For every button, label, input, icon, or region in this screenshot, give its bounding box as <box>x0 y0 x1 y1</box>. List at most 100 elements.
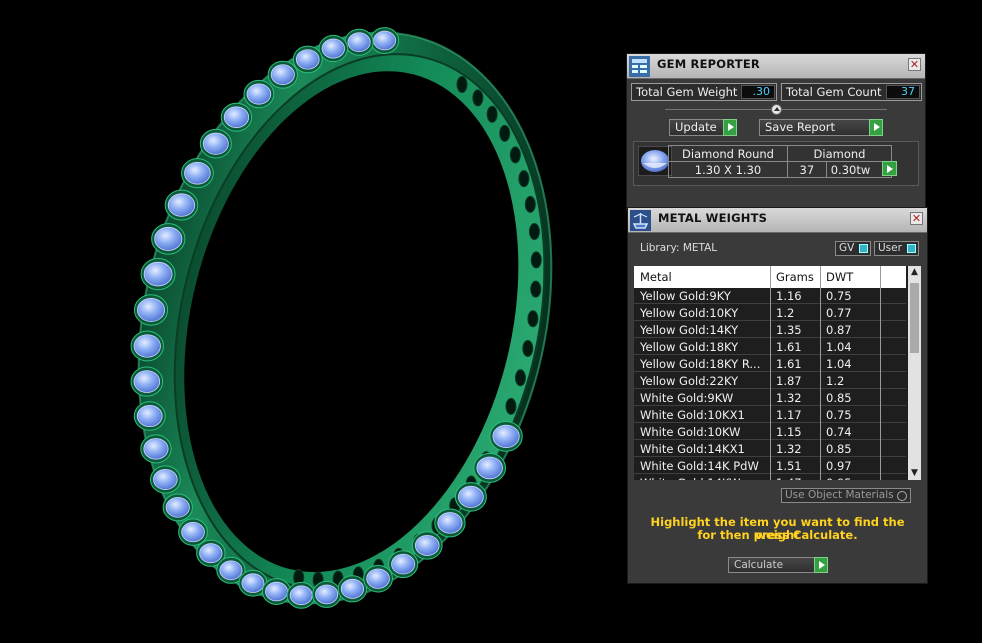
total-gem-count-field: Total Gem Count 37 <box>781 83 922 101</box>
gallery-hole <box>518 170 530 188</box>
total-gem-weight-value[interactable]: .30 <box>741 85 775 99</box>
gem-row-header[interactable]: Diamond Round Diamond <box>668 145 892 162</box>
user-toggle[interactable]: User <box>874 241 919 256</box>
grams-cell: 1.2 <box>776 306 795 320</box>
diamond-gem <box>265 581 288 602</box>
column-header-dwt[interactable]: DWT <box>826 270 853 284</box>
calculate-label: Calculate <box>734 559 784 571</box>
diamond-gem <box>391 553 416 575</box>
close-icon[interactable]: ✕ <box>908 58 921 71</box>
diamond-gem <box>184 161 211 185</box>
column-header-metal[interactable]: Metal <box>640 270 672 284</box>
gallery-hole <box>530 251 542 269</box>
diamond-gem <box>340 578 365 599</box>
metal-weights-titlebar[interactable]: METAL WEIGHTS ✕ <box>628 208 927 233</box>
grams-cell: 1.61 <box>776 340 802 354</box>
grams-cell: 1.32 <box>776 391 802 405</box>
diamond-gem <box>133 334 161 358</box>
diamond-round-icon[interactable] <box>638 146 672 176</box>
library-label: Library: METAL <box>640 242 718 254</box>
save-report-button[interactable]: Save Report <box>759 119 883 136</box>
metal-table: Metal Grams DWT Yellow Gold:9KY 1.16 0.75 Y… <box>634 266 908 480</box>
diamond-gem <box>315 584 339 605</box>
grams-cell: 1.47 <box>776 476 818 480</box>
grams-cell: 1.17 <box>776 408 802 422</box>
column-header-grams[interactable]: Grams <box>776 270 814 284</box>
diamond-gem <box>347 32 371 53</box>
total-gem-weight-field: Total Gem Weight .30 <box>631 83 777 101</box>
total-gem-count-value[interactable]: 37 <box>886 85 920 99</box>
dwt-cell: 0.77 <box>826 306 852 320</box>
gv-toggle[interactable]: GV <box>835 241 871 256</box>
gem-list-area: Diamond Round Diamond 1.30 X 1.30 37 0.3… <box>633 141 919 186</box>
metal-weights-icon <box>630 210 651 231</box>
gem-slider-handle[interactable] <box>771 104 782 115</box>
3d-viewport[interactable] <box>0 0 620 639</box>
diamond-gem <box>270 64 295 85</box>
use-object-materials-checkbox[interactable] <box>897 491 907 501</box>
gem-type: Diamond <box>787 145 892 162</box>
diamond-gem <box>199 543 223 564</box>
ring-model <box>130 27 553 609</box>
gallery-hole <box>524 195 536 213</box>
gallery-hole <box>522 339 534 357</box>
gem-reporter-panel: GEM REPORTER ✕ Total Gem Weight .30 Tota… <box>626 53 926 211</box>
diamond-gem <box>143 438 169 460</box>
gallery-hole <box>527 310 539 328</box>
gem-detail-button[interactable] <box>882 161 897 176</box>
gv-label: GV <box>839 242 855 254</box>
diamond-gem <box>246 83 272 105</box>
total-gem-weight-label: Total Gem Weight <box>636 85 738 99</box>
dwt-cell: 0.95 <box>826 476 878 480</box>
dwt-cell: 1.04 <box>826 357 852 371</box>
metal-name-cell: White Gold:10KW <box>640 425 741 439</box>
diamond-gem <box>241 573 265 593</box>
total-gem-count-label: Total Gem Count <box>786 85 882 99</box>
gallery-hole <box>456 76 468 94</box>
metal-name-cell: White Gold:14KW <box>640 476 768 480</box>
gallery-hole <box>499 124 511 142</box>
scroll-down-icon[interactable]: ▼ <box>908 467 921 480</box>
metal-name-cell: Yellow Gold:9KY <box>640 289 731 303</box>
diamond-gem <box>154 226 183 251</box>
metal-name-cell: White Gold:14K PdW <box>640 459 759 473</box>
metal-name-cell: Yellow Gold:10KY <box>640 306 739 320</box>
diamond-gem <box>167 193 196 217</box>
gallery-hole <box>530 280 542 298</box>
dwt-cell: 0.75 <box>826 289 852 303</box>
metal-weights-title: METAL WEIGHTS <box>658 211 768 225</box>
diamond-gem <box>137 298 166 322</box>
gallery-hole <box>509 146 521 164</box>
grams-cell: 1.87 <box>776 374 802 388</box>
metal-name-cell: Yellow Gold:14KY <box>640 323 739 337</box>
diamond-gem <box>223 106 250 128</box>
grams-cell: 1.32 <box>776 442 802 456</box>
gem-name: Diamond Round <box>668 145 788 162</box>
gem-row-detail[interactable]: 1.30 X 1.30 37 0.30tw <box>668 161 893 178</box>
gem-size: 1.30 X 1.30 <box>668 161 788 178</box>
update-label: Update <box>675 120 717 134</box>
gallery-hole <box>472 89 484 107</box>
gallery-hole <box>486 105 498 123</box>
use-object-materials-label: Use Object Materials <box>785 489 894 501</box>
scroll-up-icon[interactable]: ▲ <box>908 266 921 279</box>
diamond-gem <box>181 522 205 543</box>
scrollbar-thumb[interactable] <box>910 283 919 353</box>
metal-name-cell: Yellow Gold:22KY <box>640 374 739 388</box>
update-button[interactable]: Update <box>669 119 737 136</box>
metal-table-scrollbar[interactable]: ▲ ▼ <box>908 266 921 480</box>
diamond-gem <box>136 405 163 428</box>
dwt-cell: 1.2 <box>826 374 845 388</box>
close-icon[interactable]: ✕ <box>910 212 923 225</box>
grams-cell: 1.35 <box>776 323 802 337</box>
metal-name-cell: White Gold:10KX1 <box>640 408 745 422</box>
user-label: User <box>878 242 902 254</box>
dwt-cell: 0.87 <box>826 323 852 337</box>
save-report-label: Save Report <box>765 120 836 134</box>
dwt-cell: 1.04 <box>826 340 852 354</box>
use-object-materials-toggle[interactable]: Use Object Materials <box>781 488 911 503</box>
gem-reporter-titlebar[interactable]: GEM REPORTER ✕ <box>627 54 925 79</box>
metal-name-cell: Yellow Gold:18KY <box>640 340 739 354</box>
calculate-button[interactable]: Calculate <box>728 557 828 573</box>
grams-cell: 1.51 <box>776 459 802 473</box>
